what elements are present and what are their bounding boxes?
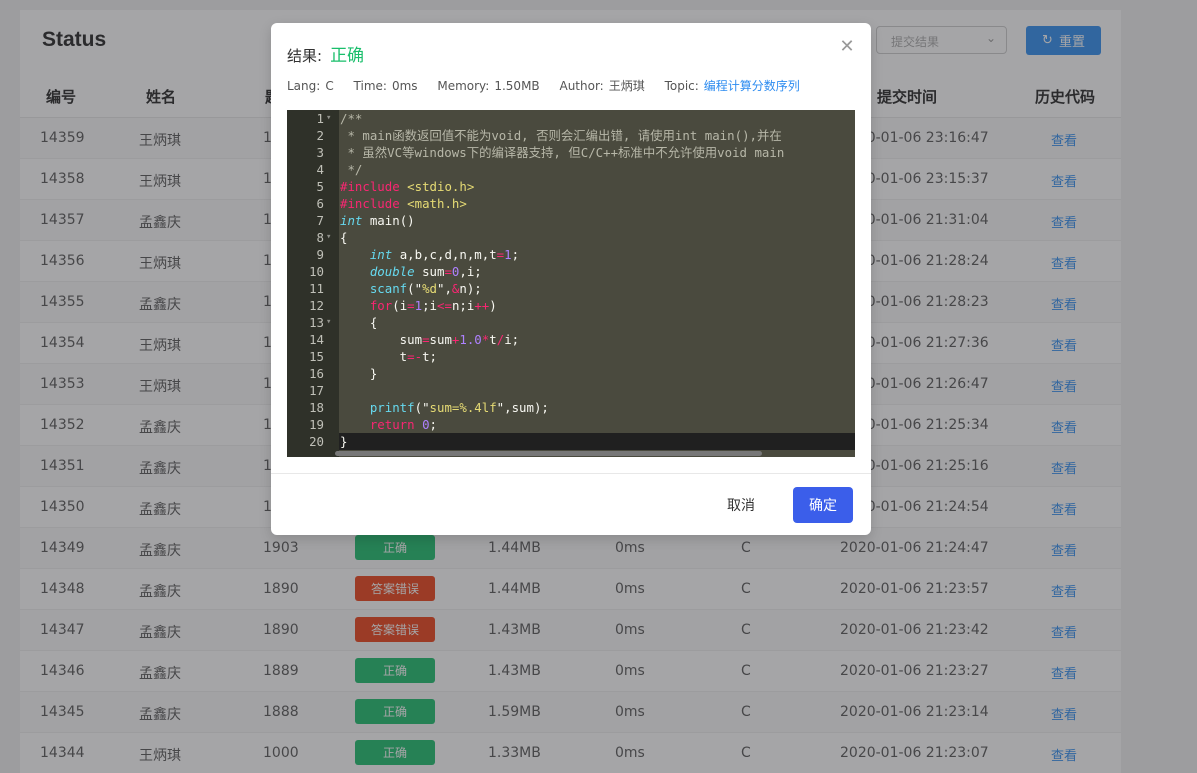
- code-line-text: }: [340, 366, 378, 381]
- line-number: 5: [316, 179, 324, 194]
- code-line-text: for(i=1;i<=n;i++): [369, 298, 497, 313]
- memory-value: 1.50MB: [494, 79, 540, 93]
- line-number: 20: [309, 434, 324, 449]
- result-label: 结果:: [287, 47, 323, 65]
- code-editor[interactable]: 1 ▾/** 2 * main函数返回值不能为void, 否则会汇编出错, 请使用i…: [287, 110, 855, 457]
- code-line: 8 ▾ {: [287, 229, 855, 246]
- code-line: 17: [287, 382, 855, 399]
- time-value: 0ms: [391, 79, 418, 93]
- code-line-text: {: [340, 230, 348, 245]
- code-line-text: #include <math.h>: [340, 196, 467, 211]
- line-number: 11: [309, 281, 324, 296]
- code-line-text: /**: [340, 111, 363, 126]
- code-line: 20}: [287, 433, 855, 450]
- code-line-text: int a,b,c,d,n,m,t=1;: [369, 247, 520, 262]
- line-number: 2: [316, 128, 324, 143]
- code-line-text: printf("sum=%.4lf",sum);: [369, 400, 549, 415]
- author-label: Author:: [559, 79, 604, 93]
- line-number: 8: [316, 230, 324, 245]
- cancel-button[interactable]: 取消: [727, 495, 755, 515]
- time-label: Time:: [353, 79, 387, 93]
- result-value: 正确: [330, 46, 365, 66]
- line-number: 10: [309, 264, 324, 279]
- code-line-text: */: [340, 162, 363, 177]
- code-line-text: double sum=0,i;: [369, 264, 482, 279]
- line-number: 19: [309, 417, 324, 432]
- fold-toggle-icon[interactable]: ▾: [326, 110, 331, 127]
- line-number: 4: [316, 162, 324, 177]
- memory-label: Memory:: [437, 79, 490, 93]
- code-line-text: sum=sum+1.0*t/i;: [340, 332, 520, 347]
- line-number: 13: [309, 315, 324, 330]
- topic-label: Topic:: [664, 79, 699, 93]
- code-line-text: {: [340, 315, 378, 330]
- line-number: 7: [316, 213, 324, 228]
- lang-value: C: [325, 79, 334, 93]
- line-number: 15: [309, 349, 324, 364]
- horizontal-scrollbar[interactable]: [335, 451, 762, 456]
- code-line: 2 * main函数返回值不能为void, 否则会汇编出错, 请使用int ma…: [287, 127, 855, 144]
- code-line-text: * 虽然VC等windows下的编译器支持, 但C/C++标准中不允许使用voi…: [340, 145, 785, 160]
- fold-toggle-icon[interactable]: ▾: [326, 229, 331, 246]
- line-number: 16: [309, 366, 324, 381]
- code-line-text: return 0;: [369, 417, 438, 432]
- fold-toggle-icon[interactable]: ▾: [326, 314, 331, 331]
- code-line: 18 printf("sum=%.4lf",sum);: [287, 399, 855, 416]
- topic-link[interactable]: 编程计算分数序列: [704, 79, 800, 93]
- code-line: 9 int a,b,c,d,n,m,t=1;: [287, 246, 855, 263]
- code-line: 14 sum=sum+1.0*t/i;: [287, 331, 855, 348]
- code-line: 6 #include <math.h>: [287, 195, 855, 212]
- code-line: 1 ▾ /**: [287, 110, 855, 127]
- code-line: 13 ▾ {: [287, 314, 855, 331]
- modal-header: 结果: 正确: [287, 41, 364, 66]
- code-line-text: * main函数返回值不能为void, 否则会汇编出错, 请使用int main…: [340, 128, 782, 143]
- code-line-text: #include <stdio.h>: [340, 179, 475, 194]
- code-line: 16 }: [287, 365, 855, 382]
- code-line: 11 scanf("%d",&n);: [287, 280, 855, 297]
- code-line-text: t=-t;: [340, 349, 437, 364]
- line-number: 1: [316, 111, 324, 126]
- close-icon[interactable]: ✕: [837, 37, 857, 57]
- line-number: 3: [316, 145, 324, 160]
- modal-footer: 取消 确定: [271, 473, 871, 535]
- line-number: 17: [309, 383, 324, 398]
- line-number: 6: [316, 196, 324, 211]
- author-value: 王炳琪: [608, 79, 645, 93]
- line-number: 12: [309, 298, 324, 313]
- code-line: 10 double sum=0,i;: [287, 263, 855, 280]
- line-number: 9: [316, 247, 324, 262]
- code-line-text: }: [340, 434, 348, 449]
- code-line: 7 int main(): [287, 212, 855, 229]
- ok-button[interactable]: 确定: [793, 487, 853, 523]
- line-number: 18: [309, 400, 324, 415]
- code-line: 3 * 虽然VC等windows下的编译器支持, 但C/C++标准中不允许使用v…: [287, 144, 855, 161]
- code-line: 4 */: [287, 161, 855, 178]
- code-detail-modal: 结果: 正确 ✕ Lang: C Time: 0ms Memory: 1.50MB Au…: [271, 23, 871, 535]
- code-line: 15 t=-t;: [287, 348, 855, 365]
- submission-meta: Lang: C Time: 0ms Memory: 1.50MB Author: 王炳琪…: [287, 77, 805, 94]
- line-number: 14: [309, 332, 324, 347]
- code-line-text: scanf("%d",&n);: [369, 281, 482, 296]
- code-line: 12 for(i=1;i<=n;i++): [287, 297, 855, 314]
- code-line-text: int main(): [340, 213, 415, 228]
- lang-label: Lang:: [287, 79, 321, 93]
- code-line: 5 #include <stdio.h>: [287, 178, 855, 195]
- code-line: 19 return 0;: [287, 416, 855, 433]
